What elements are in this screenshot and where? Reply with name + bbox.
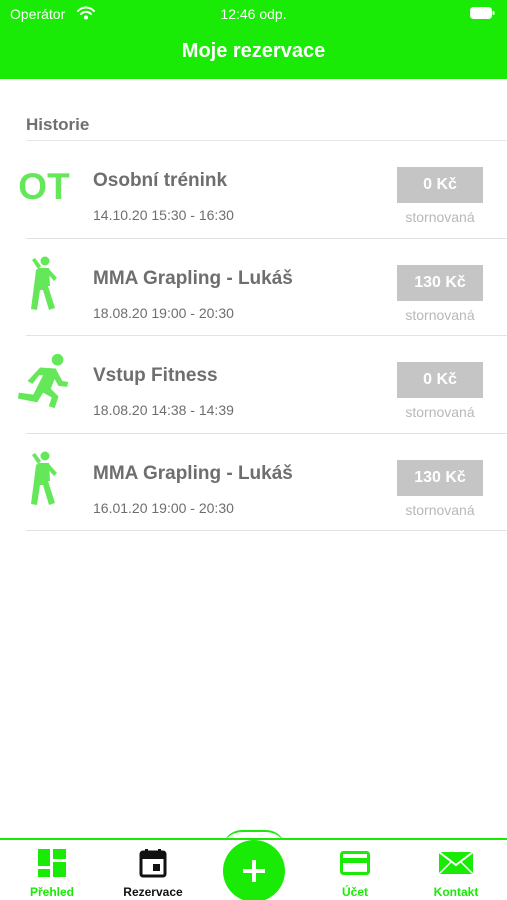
app-header: Operátor 12:46 odp. Moje rezervace — [0, 0, 507, 79]
reservation-title: MMA Grapling - Lukáš — [93, 462, 293, 484]
reservation-time: 14.10.20 15:30 - 16:30 — [93, 207, 234, 223]
battery-icon — [470, 7, 495, 19]
reservation-title: Osobní trénink — [93, 170, 228, 191]
envelope-icon — [438, 851, 474, 875]
reservation-list: OT Osobní trénink 14.10.20 15:30 - 16:30… — [0, 141, 507, 531]
reservation-time: 18.08.20 14:38 - 14:39 — [93, 402, 234, 418]
reservation-status: stornovaná — [405, 209, 475, 225]
reservation-title: Vstup Fitness — [93, 365, 218, 386]
status-bar: Operátor 12:46 odp. — [0, 0, 507, 30]
calendar-icon — [139, 849, 167, 878]
reservation-status: stornovaná — [405, 501, 475, 518]
running-person-icon — [14, 352, 74, 412]
divider — [26, 530, 507, 531]
stretching-person-icon — [14, 255, 74, 315]
reservation-row[interactable]: Vstup Fitness 18.08.20 14:38 - 14:39 0 K… — [0, 336, 507, 434]
reservation-row[interactable]: MMA Grapling - Lukáš 16.01.20 19:00 - 20… — [0, 434, 507, 531]
tab-label: Účet — [341, 885, 368, 899]
reservation-status: stornovaná — [405, 306, 475, 323]
page-title: Moje rezervace — [181, 40, 326, 62]
reservation-row[interactable]: MMA Grapling - Lukáš 18.08.20 19:00 - 20… — [0, 239, 507, 336]
reservation-title: MMA Grapling - Lukáš — [93, 267, 293, 289]
section-label-history: Historie — [26, 115, 90, 134]
price-badge: 0 Kč — [397, 362, 483, 398]
dashboard-icon — [38, 849, 66, 877]
plus-icon — [243, 860, 265, 882]
tab-contact[interactable]: Kontakt — [406, 848, 506, 900]
reservation-time: 16.01.20 19:00 - 20:30 — [93, 499, 234, 516]
price-badge: 130 Kč — [397, 264, 483, 301]
tab-label: Rezervace — [123, 885, 183, 899]
price-badge: 0 Kč — [397, 167, 483, 203]
tab-label: Kontakt — [433, 885, 479, 899]
price-badge: 130 Kč — [397, 459, 483, 496]
tab-account[interactable]: Účet — [305, 848, 405, 900]
stretching-person-icon — [14, 450, 74, 510]
reservation-time: 18.08.20 19:00 - 20:30 — [93, 304, 234, 321]
tab-overview[interactable]: Přehled — [2, 848, 102, 900]
ot-text-icon: OT — [18, 166, 70, 207]
tab-label: Přehled — [29, 885, 74, 899]
status-time: 12:46 odp. — [220, 6, 287, 22]
add-reservation-button[interactable] — [223, 840, 285, 900]
credit-card-icon — [340, 851, 370, 875]
reservation-row[interactable]: OT Osobní trénink 14.10.20 15:30 - 16:30… — [0, 141, 507, 239]
tab-reservations[interactable]: Rezervace — [103, 848, 203, 900]
reservation-status: stornovaná — [405, 404, 475, 420]
